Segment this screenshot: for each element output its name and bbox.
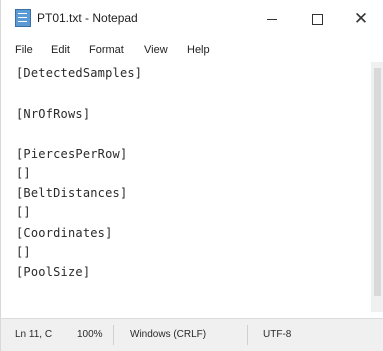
editor-line: [PoolSize] bbox=[16, 265, 91, 279]
line-ending: Windows (CRLF) bbox=[130, 329, 207, 340]
menu-edit[interactable]: Edit bbox=[51, 44, 70, 56]
encoding: UTF-8 bbox=[263, 329, 292, 340]
notepad-window: PT01.txt - Notepad ✕ File Edit Format Vi… bbox=[0, 0, 383, 351]
maximize-icon bbox=[311, 13, 323, 25]
status-bar: Ln 11, C 100% Windows (CRLF) UTF-8 bbox=[1, 318, 383, 351]
title-bar[interactable]: PT01.txt - Notepad ✕ bbox=[1, 0, 383, 38]
menu-file[interactable]: File bbox=[15, 44, 33, 56]
maximize-button[interactable] bbox=[297, 4, 337, 34]
vertical-scrollbar[interactable] bbox=[371, 62, 383, 312]
status-divider bbox=[247, 325, 248, 345]
minimize-icon bbox=[267, 18, 277, 20]
editor-line: [NrOfRows] bbox=[16, 107, 91, 121]
status-divider bbox=[113, 325, 114, 345]
close-button[interactable]: ✕ bbox=[341, 4, 381, 34]
zoom-level: 100% bbox=[77, 329, 103, 340]
scrollbar-thumb[interactable] bbox=[374, 68, 381, 296]
editor-line: [DetectedSamples] bbox=[16, 66, 143, 80]
editor-line: [Coordinates] bbox=[16, 226, 113, 240]
menu-bar: File Edit Format View Help bbox=[1, 40, 383, 62]
menu-help[interactable]: Help bbox=[187, 44, 210, 56]
editor-line: [PiercesPerRow] bbox=[16, 147, 128, 161]
cursor-position: Ln 11, C bbox=[15, 329, 53, 340]
text-editor[interactable]: [DetectedSamples] [NrOfRows] [PiercesPer… bbox=[1, 62, 369, 322]
editor-line: [] bbox=[16, 166, 31, 180]
editor-line: [] bbox=[16, 245, 31, 259]
notepad-icon bbox=[15, 9, 31, 27]
window-title: PT01.txt - Notepad bbox=[37, 11, 138, 25]
minimize-button[interactable] bbox=[252, 4, 292, 34]
close-icon: ✕ bbox=[353, 9, 369, 28]
menu-view[interactable]: View bbox=[144, 44, 168, 56]
menu-format[interactable]: Format bbox=[89, 44, 124, 56]
editor-line: [BeltDistances] bbox=[16, 186, 128, 200]
editor-line: [] bbox=[16, 205, 31, 219]
